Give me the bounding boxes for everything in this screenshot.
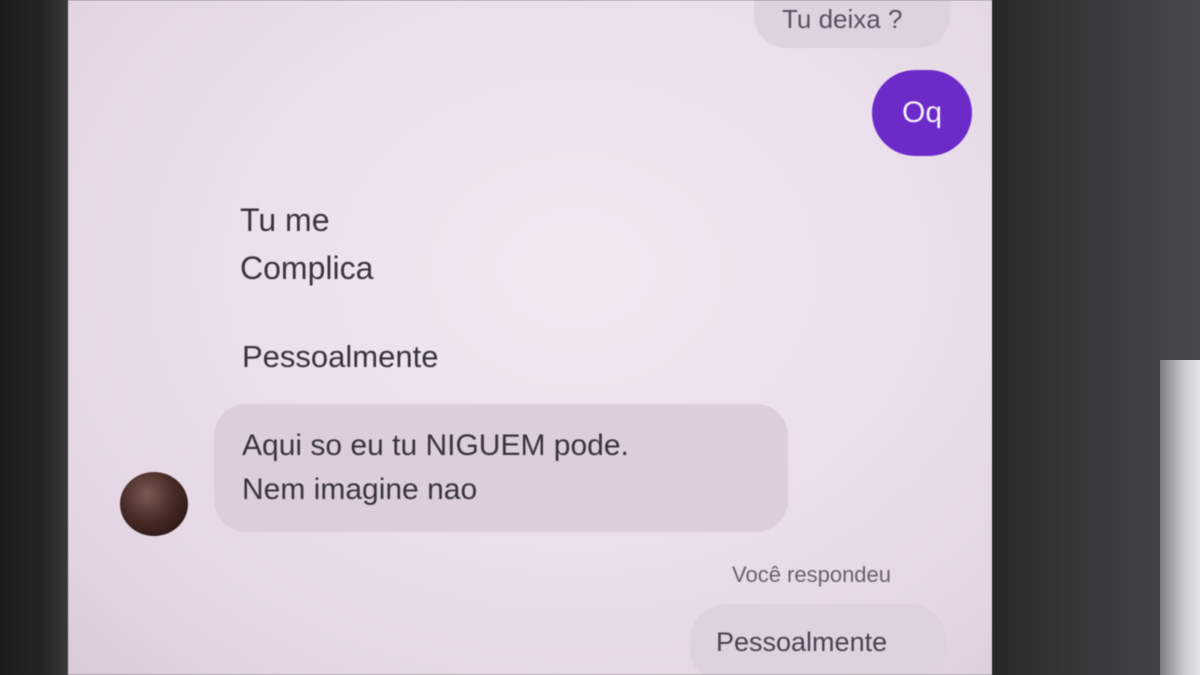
message-incoming[interactable]: Pessoalmente (242, 334, 438, 380)
message-bubble-outgoing[interactable]: Pessoalmente (690, 604, 946, 675)
reply-label-text: Você respondeu (732, 562, 892, 587)
background-object (1160, 360, 1200, 675)
phone-bezel-left (0, 0, 70, 675)
chat-screen[interactable]: Tu deixa ? Oq Tu me Complica Pessoalment… (68, 0, 992, 675)
contact-avatar[interactable] (120, 472, 188, 536)
message-bubble-incoming[interactable]: Aqui so eu tu NIGUEM pode. Nem imagine n… (214, 404, 788, 532)
message-text: Oq (901, 96, 943, 129)
message-text: Pessoalmente (242, 339, 439, 374)
message-text: Pessoalmente (716, 627, 888, 657)
reply-label: Você respondeu (732, 562, 891, 588)
message-text: Tu me Complica (240, 202, 374, 286)
message-text: Tu deixa ? (782, 4, 903, 34)
message-bubble-outgoing-purple[interactable]: Oq (872, 70, 972, 156)
message-text: Aqui so eu tu NIGUEM pode. Nem imagine n… (242, 429, 629, 506)
message-bubble-outgoing[interactable]: Tu deixa ? (754, 0, 950, 48)
message-incoming[interactable]: Tu me Complica (240, 196, 373, 292)
photo-frame: Tu deixa ? Oq Tu me Complica Pessoalment… (0, 0, 1200, 675)
